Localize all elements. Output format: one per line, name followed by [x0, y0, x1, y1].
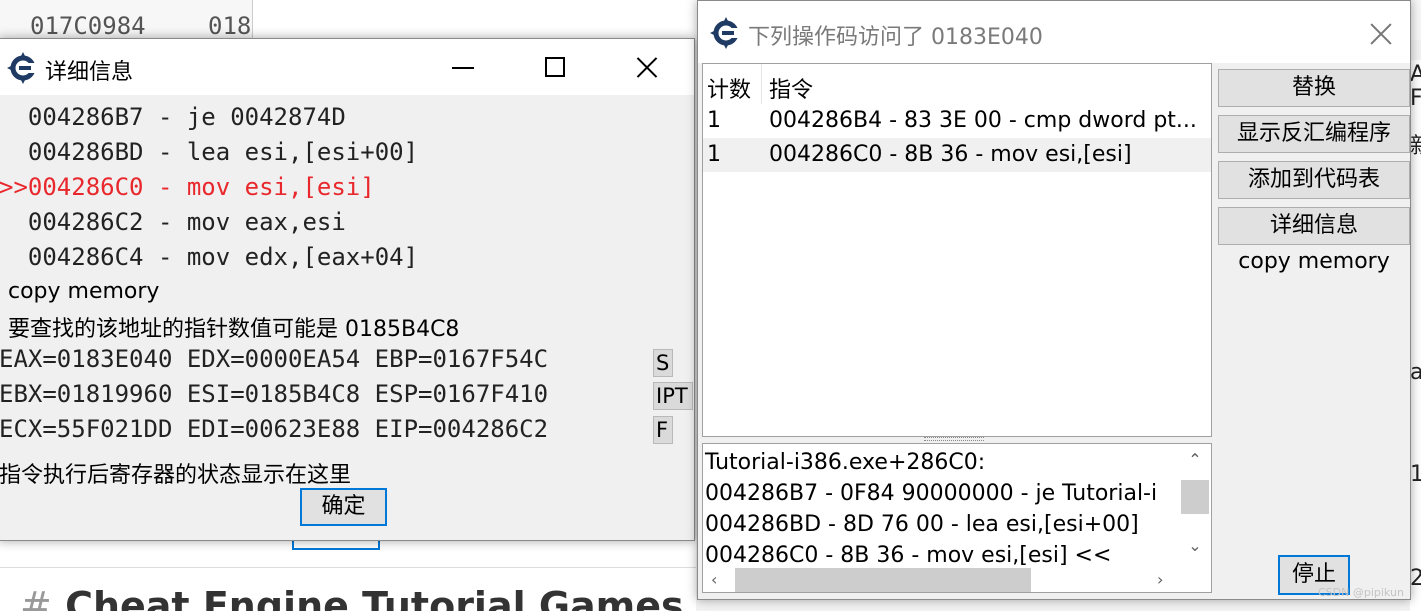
column-header-count[interactable]: 计数 — [707, 72, 751, 104]
details-titlebar[interactable]: 详细信息 — [0, 39, 694, 95]
code-line: 004286BD - 8D 76 00 - lea esi,[esi+00] — [705, 512, 1139, 537]
maximize-icon — [545, 57, 565, 77]
opcode-titlebar[interactable]: 下列操作码访问了 0183E040 — [698, 1, 1410, 63]
ok-button[interactable]: 确定 — [300, 488, 387, 526]
flag-cell: IPT — [653, 382, 693, 410]
background-heading: # Cheat Engine Tutorial Games — [20, 584, 684, 611]
horizontal-scrollbar[interactable]: ‹ › — [703, 568, 1179, 592]
heading-text: Cheat Engine Tutorial Games — [65, 584, 684, 611]
more-info-button[interactable]: 详细信息 — [1218, 207, 1410, 245]
show-disassembler-button[interactable]: 显示反汇编程序 — [1218, 115, 1410, 153]
opcode-window: 下列操作码访问了 0183E040 计数 指令 1 004286B4 - 83 … — [697, 0, 1411, 600]
cheat-engine-icon — [7, 52, 39, 84]
scroll-left-icon[interactable]: ‹ — [711, 570, 717, 589]
close-button[interactable] — [1366, 19, 1396, 49]
state-hint: 指令执行后寄存器的状态显示在这里 — [0, 463, 352, 488]
flag-cell: S — [653, 349, 673, 377]
disasm-line: 004286C4 - mov edx,[eax+04] — [27, 243, 419, 271]
list-row[interactable]: 1 004286B4 - 83 3E 00 - cmp dword pt... — [703, 104, 1211, 138]
background-edge-char: a — [1410, 360, 1421, 385]
disasm-line: 004286BD - lea esi,[esi+00] — [27, 138, 419, 166]
replace-button[interactable]: 替换 — [1218, 69, 1410, 107]
scroll-right-icon[interactable]: › — [1157, 570, 1163, 589]
opcode-title: 下列操作码访问了 0183E040 — [748, 25, 1043, 50]
row-instruction: 004286B4 - 83 3E 00 - cmp dword pt... — [769, 108, 1197, 133]
disasm-line: 004286B7 - je 0042874D — [27, 103, 346, 131]
row-count: 1 — [707, 142, 721, 167]
register-line: ECX=55F021DD EDI=00623E88 EIP=004286C2 — [0, 415, 549, 443]
background-edge-char: 2 — [1410, 566, 1421, 591]
register-line: EAX=0183E040 EDX=0000EA54 EBP=0167F54C — [0, 345, 549, 373]
code-line: Tutorial-i386.exe+286C0: — [705, 450, 986, 475]
background-edge-char: 1 — [1410, 462, 1421, 487]
flag-cell: F — [653, 416, 673, 444]
close-button[interactable] — [625, 49, 669, 85]
scrollbar-thumb[interactable] — [735, 568, 1031, 592]
maximize-button[interactable] — [533, 49, 577, 85]
details-title: 详细信息 — [45, 60, 134, 85]
background-panel — [252, 0, 698, 40]
code-context-panel[interactable]: Tutorial-i386.exe+286C0: 004286B7 - 0F84… — [702, 443, 1212, 593]
background-divider — [0, 567, 696, 568]
instruction-list[interactable]: 计数 指令 1 004286B4 - 83 3E 00 - cmp dword … — [702, 63, 1212, 437]
copy-memory-link[interactable]: copy memory — [8, 279, 159, 304]
watermark: CSDN @pipikun — [1318, 586, 1404, 599]
column-separator[interactable] — [761, 64, 762, 104]
column-header-instruction[interactable]: 指令 — [769, 72, 813, 104]
minimize-icon — [452, 67, 474, 69]
cheat-engine-icon — [710, 17, 742, 49]
background-hex-value-2: 018 — [208, 12, 252, 40]
heading-hash: # — [20, 584, 52, 611]
vertical-scrollbar[interactable]: ⌃ ⌄ — [1179, 444, 1211, 568]
register-line: EBX=01819960 ESI=0185B4C8 ESP=0167F410 — [0, 380, 549, 408]
disasm-line: 004286C2 - mov eax,esi — [27, 208, 346, 236]
background-edge-char: A — [1410, 62, 1421, 87]
row-count: 1 — [707, 108, 721, 133]
details-window: 详细信息 004286B7 - je 0042874D 004286BD - l… — [0, 38, 695, 541]
add-to-codelist-button[interactable]: 添加到代码表 — [1218, 161, 1410, 199]
list-row-selected[interactable]: 1 004286C0 - 8B 36 - mov esi,[esi] — [703, 138, 1211, 172]
pointer-hint: 要查找的该地址的指针数值可能是 0185B4C8 — [8, 317, 460, 342]
panel-splitter[interactable] — [924, 437, 984, 441]
scrollbar-thumb[interactable] — [1181, 480, 1209, 514]
scroll-up-icon[interactable]: ⌃ — [1179, 450, 1211, 469]
copy-memory-link[interactable]: copy memory — [1218, 249, 1410, 274]
background-hex-value: 017C0984 — [30, 12, 146, 40]
row-instruction: 004286C0 - 8B 36 - mov esi,[esi] — [769, 142, 1132, 167]
list-header: 计数 指令 — [703, 64, 1211, 104]
background-edge-char: 新 — [1410, 128, 1421, 160]
code-line: 004286C0 - 8B 36 - mov esi,[esi] << — [705, 543, 1112, 568]
disasm-line-current: >>004286C0 - mov esi,[esi] — [0, 173, 375, 201]
code-line: 004286B7 - 0F84 90000000 - je Tutorial-i — [705, 481, 1158, 506]
minimize-button[interactable] — [441, 49, 485, 85]
background-edge-char: F — [1410, 86, 1421, 111]
scroll-down-icon[interactable]: ⌄ — [1179, 536, 1211, 555]
